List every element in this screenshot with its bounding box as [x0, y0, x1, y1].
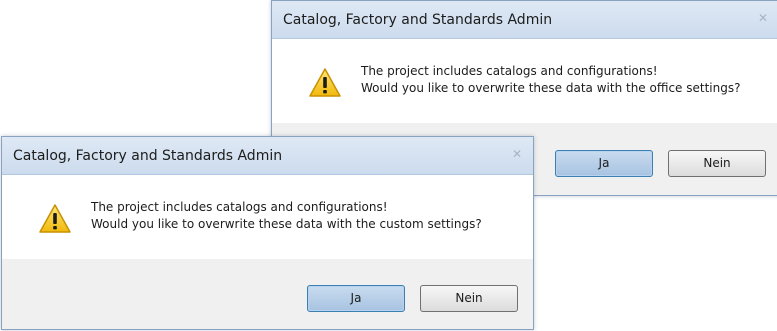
dialog-content: The project includes catalogs and config… [272, 39, 777, 123]
no-button[interactable]: Nein [668, 150, 766, 177]
dialog-title: Catalog, Factory and Standards Admin [13, 148, 283, 164]
message-line-1: The project includes catalogs and config… [91, 200, 388, 214]
dialog-message: The project includes catalogs and config… [361, 63, 740, 97]
dialog-message: The project includes catalogs and config… [91, 199, 482, 233]
message-line-2: Would you like to overwrite these data w… [91, 217, 482, 231]
yes-button[interactable]: Ja [555, 150, 653, 177]
warning-icon [39, 204, 71, 233]
yes-button[interactable]: Ja [307, 285, 405, 312]
close-icon[interactable]: ✕ [509, 146, 525, 162]
dialog-titlebar[interactable]: Catalog, Factory and Standards Admin ✕ [272, 1, 777, 39]
dialog-custom-settings: Catalog, Factory and Standards Admin ✕ T… [1, 136, 534, 330]
no-button[interactable]: Nein [420, 285, 518, 312]
dialog-content: The project includes catalogs and config… [2, 175, 533, 259]
dialog-titlebar[interactable]: Catalog, Factory and Standards Admin ✕ [2, 137, 533, 175]
dialog-title: Catalog, Factory and Standards Admin [283, 12, 553, 28]
message-line-2: Would you like to overwrite these data w… [361, 81, 741, 95]
warning-icon [309, 68, 341, 97]
close-icon[interactable]: ✕ [755, 10, 771, 26]
message-line-1: The project includes catalogs and config… [361, 64, 658, 78]
dialog-footer: Ja Nein [2, 259, 533, 329]
